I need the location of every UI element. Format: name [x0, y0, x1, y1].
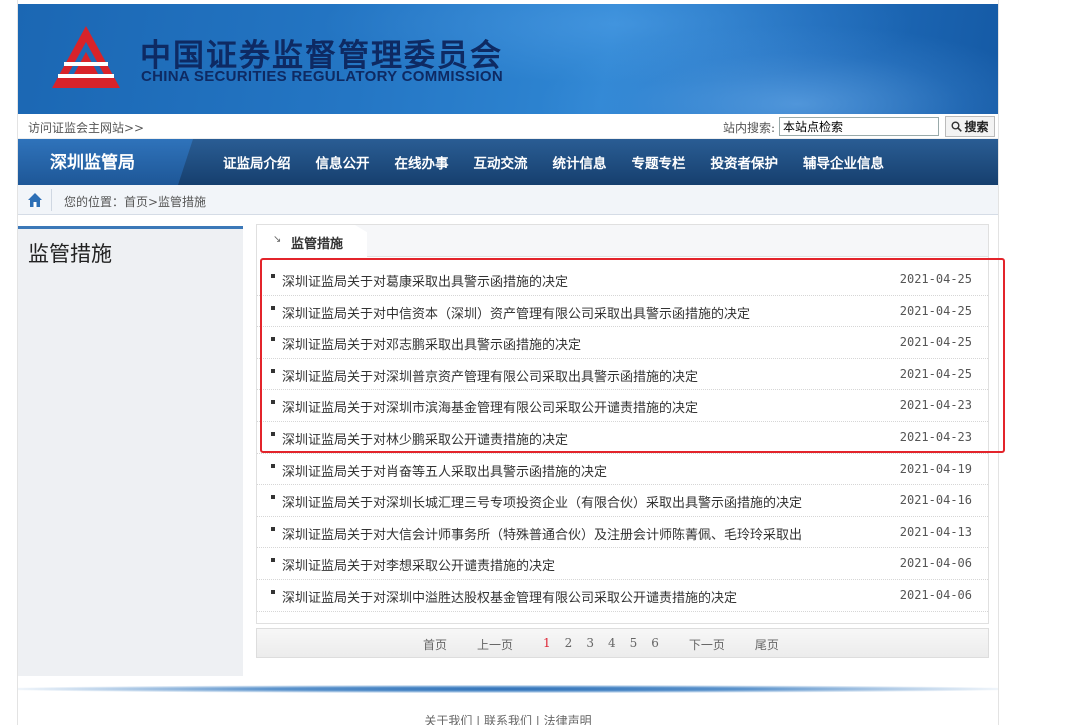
footer-links[interactable]: 关于我们 | 联系我们 | 法律声明 — [18, 712, 998, 725]
article-title[interactable]: 深圳证监局关于对中信资本（深圳）资产管理有限公司采取出具警示函措施的决定 — [282, 303, 750, 322]
article-title[interactable]: 深圳证监局关于对深圳普京资产管理有限公司采取出具警示函措施的决定 — [282, 366, 698, 385]
article-title[interactable]: 深圳证监局关于对肖奋等五人采取出具警示函措施的决定 — [282, 461, 607, 480]
pagination: 首页 上一页 1 2 3 4 5 6 下一页 尾页 — [256, 628, 989, 658]
nav-item[interactable]: 互动交流 — [474, 152, 528, 172]
nav-item[interactable]: 投资者保护 — [711, 152, 779, 172]
bullet-icon — [271, 400, 275, 405]
article-date: 2021-04-06 — [899, 587, 972, 602]
search-button-label: 搜索 — [964, 120, 989, 134]
bullet-icon — [271, 495, 275, 500]
article-date: 2021-04-06 — [899, 556, 972, 571]
search-input[interactable] — [779, 117, 939, 136]
list-item[interactable]: 深圳证监局关于对深圳市滨海基金管理有限公司采取公开谴责措施的决定 2021-04-… — [257, 390, 988, 422]
list-item[interactable]: 深圳证监局关于对深圳中溢胜达股权基金管理有限公司采取公开谴责措施的决定 2021-… — [257, 580, 988, 612]
article-date: 2021-04-13 — [899, 524, 972, 539]
page-number[interactable]: 3 — [586, 636, 594, 653]
sidebar: 监管措施 — [18, 226, 243, 676]
article-date: 2021-04-23 — [899, 429, 972, 444]
tab-regulatory-measures[interactable]: ↘ 监管措施 — [257, 225, 367, 257]
bullet-icon — [271, 589, 275, 594]
list-item[interactable]: 深圳证监局关于对大信会计师事务所（特殊普通合伙）及注册会计师陈菁佩、毛玲玲采取出… — [257, 517, 988, 549]
article-date: 2021-04-25 — [899, 303, 972, 318]
sidebar-title: 监管措施 — [28, 242, 112, 266]
bullet-icon — [271, 337, 275, 342]
nav-item[interactable]: 信息公开 — [316, 152, 370, 172]
footer-divider — [18, 685, 998, 693]
bullet-icon — [271, 558, 275, 563]
list-item[interactable]: 深圳证监局关于对肖奋等五人采取出具警示函措施的决定 2021-04-19 — [257, 454, 988, 486]
utility-bar: 访问证监会主网站>> 站内搜索: 搜索 — [18, 114, 998, 139]
page-last-link[interactable]: 尾页 — [755, 636, 779, 653]
article-date: 2021-04-25 — [899, 366, 972, 381]
article-date: 2021-04-25 — [899, 272, 972, 286]
list-item[interactable]: 深圳证监局关于对深圳长城汇理三号专项投资企业（有限合伙）采取出具警示函措施的决定… — [257, 485, 988, 517]
arrow-icon: ↘ — [273, 234, 282, 245]
bullet-icon — [271, 368, 275, 373]
article-title[interactable]: 深圳证监局关于对邓志鹏采取出具警示函措施的决定 — [282, 334, 581, 353]
page-number[interactable]: 2 — [565, 636, 573, 653]
page-first-link[interactable]: 首页 — [423, 636, 447, 653]
branch-title[interactable]: 深圳监管局 — [18, 139, 193, 185]
article-title[interactable]: 深圳证监局关于对葛康采取出具警示函措施的决定 — [282, 271, 568, 290]
page-number[interactable]: 6 — [651, 636, 659, 653]
visit-main-site-link[interactable]: 访问证监会主网站>> — [28, 119, 144, 136]
tab-label: 监管措施 — [291, 237, 344, 252]
list-item[interactable]: 深圳证监局关于对深圳普京资产管理有限公司采取出具警示函措施的决定 2021-04-… — [257, 359, 988, 391]
org-name-en: CHINA SECURITIES REGULATORY COMMISSION — [141, 68, 503, 85]
search-button[interactable]: 搜索 — [945, 116, 995, 137]
csrc-logo-icon — [52, 26, 120, 88]
page-number[interactable]: 5 — [630, 636, 638, 653]
bullet-icon — [271, 431, 275, 436]
article-date: 2021-04-19 — [899, 461, 972, 476]
article-date: 2021-04-25 — [899, 335, 972, 350]
search-label: 站内搜索: — [723, 121, 776, 135]
nav-item[interactable]: 辅导企业信息 — [803, 152, 884, 172]
nav-item[interactable]: 统计信息 — [553, 152, 607, 172]
nav-item[interactable]: 专题专栏 — [632, 152, 686, 172]
page-number[interactable]: 4 — [608, 636, 616, 653]
article-date: 2021-04-16 — [899, 493, 972, 508]
article-title[interactable]: 深圳证监局关于对李想采取公开谴责措施的决定 — [282, 555, 555, 574]
breadcrumb-text: 您的位置：首页>监管措施 — [64, 195, 207, 209]
list-item[interactable]: 深圳证监局关于对中信资本（深圳）资产管理有限公司采取出具警示函措施的决定 2021… — [257, 296, 988, 328]
list-item[interactable]: 深圳证监局关于对林少鹏采取公开谴责措施的决定 2021-04-23 — [257, 422, 988, 454]
bullet-icon — [271, 463, 275, 468]
article-list: 深圳证监局关于对葛康采取出具警示函措施的决定 2021-04-25 深圳证监局关于… — [257, 264, 988, 612]
bullet-icon — [271, 305, 275, 310]
nav-menu: 证监局介绍 信息公开 在线办事 互动交流 统计信息 专题专栏 投资者保护 辅导企… — [223, 139, 909, 185]
bullet-icon — [271, 526, 275, 531]
page-next-link[interactable]: 下一页 — [689, 636, 725, 653]
article-title[interactable]: 深圳证监局关于对深圳长城汇理三号专项投资企业（有限合伙）采取出具警示函措施的决定 — [282, 492, 802, 511]
breadcrumb: 您的位置：首页>监管措施 — [18, 185, 998, 215]
article-panel: ↘ 监管措施 深圳证监局关于对葛康采取出具警示函措施的决定 2021-04-25 … — [256, 224, 989, 624]
article-title[interactable]: 深圳证监局关于对深圳市滨海基金管理有限公司采取公开谴责措施的决定 — [282, 397, 698, 416]
article-title[interactable]: 深圳证监局关于对深圳中溢胜达股权基金管理有限公司采取公开谴责措施的决定 — [282, 587, 737, 606]
page-prev-link[interactable]: 上一页 — [477, 636, 513, 653]
article-title[interactable]: 深圳证监局关于对大信会计师事务所（特殊普通合伙）及注册会计师陈菁佩、毛玲玲采取出 — [282, 524, 802, 543]
list-item[interactable]: 深圳证监局关于对葛康采取出具警示函措施的决定 2021-04-25 — [257, 264, 988, 296]
nav-item[interactable]: 在线办事 — [395, 152, 449, 172]
home-icon[interactable] — [27, 192, 43, 208]
search-icon — [951, 121, 963, 132]
list-item[interactable]: 深圳证监局关于对邓志鹏采取出具警示函措施的决定 2021-04-25 — [257, 327, 988, 359]
page-number-current[interactable]: 1 — [543, 636, 551, 653]
nav-item[interactable]: 证监局介绍 — [223, 152, 291, 172]
page-frame: 中国证券监督管理委员会 CHINA SECURITIES REGULATORY … — [17, 0, 1005, 725]
panel-header: ↘ 监管措施 — [257, 225, 988, 257]
article-title[interactable]: 深圳证监局关于对林少鹏采取公开谴责措施的决定 — [282, 429, 568, 448]
article-date: 2021-04-23 — [899, 398, 972, 413]
main-nav: 深圳监管局 证监局介绍 信息公开 在线办事 互动交流 统计信息 专题专栏 投资者… — [18, 139, 998, 185]
bullet-icon — [271, 274, 275, 278]
list-item[interactable]: 深圳证监局关于对李想采取公开谴责措施的决定 2021-04-06 — [257, 548, 988, 580]
header-banner: 中国证券监督管理委员会 CHINA SECURITIES REGULATORY … — [18, 4, 998, 114]
